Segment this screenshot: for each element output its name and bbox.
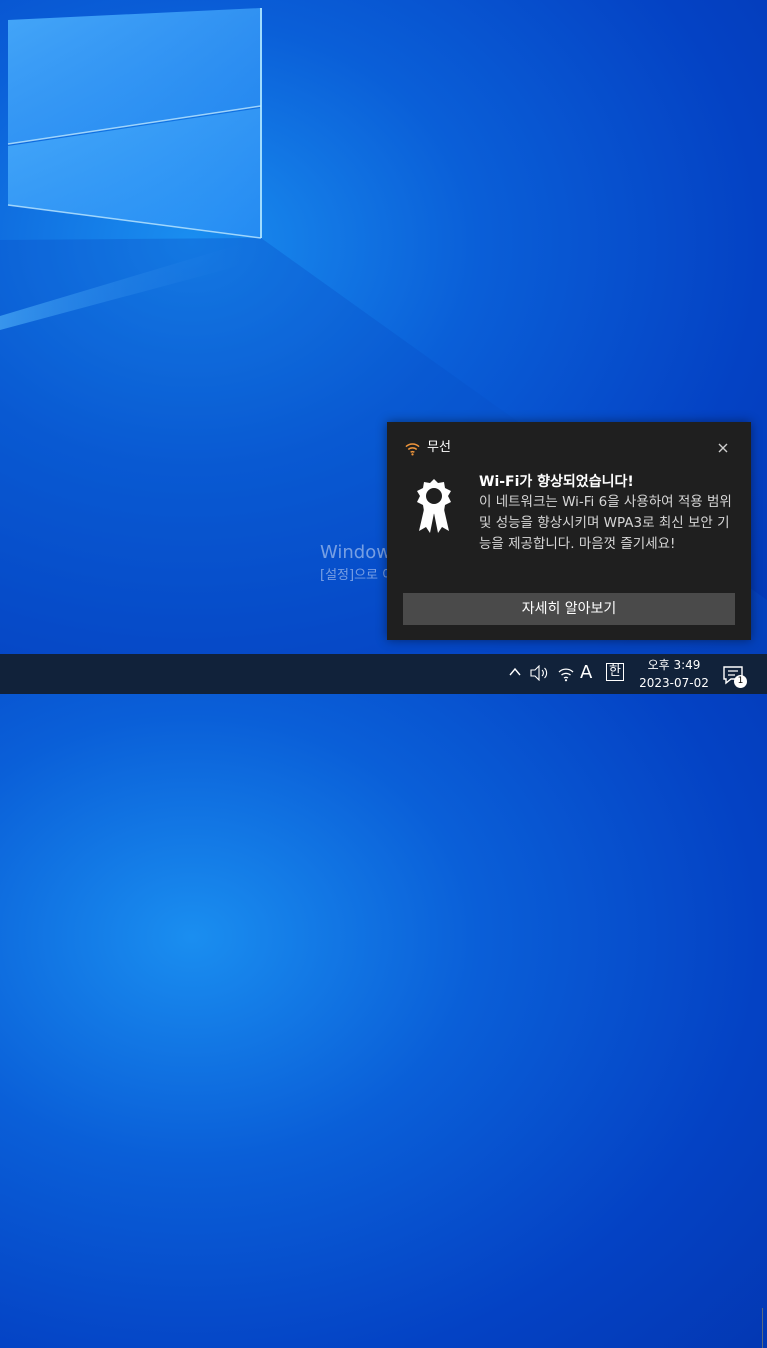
award-badge-icon [417, 479, 451, 533]
clock[interactable]: 오후 3:49 2023-07-02 [636, 656, 712, 692]
ime-mode-indicator[interactable]: 한 [606, 663, 624, 681]
network-wifi-icon[interactable] [558, 666, 574, 682]
toast-header: 무선 [387, 422, 751, 474]
wifi-icon [405, 443, 420, 456]
toast-title: Wi-Fi가 향상되었습니다! [479, 474, 634, 490]
clock-time: 오후 3:49 [647, 658, 701, 672]
toast-app-name: 무선 [427, 440, 451, 455]
notification-toast[interactable]: 무선 Wi-Fi가 향상되었습니다! 이 네트워크는 Wi-Fi 6을 사용하여… [387, 422, 751, 640]
close-icon[interactable] [714, 439, 732, 457]
input-language-indicator[interactable]: A [580, 662, 592, 684]
clock-date: 2023-07-02 [639, 676, 709, 690]
chevron-up-icon[interactable] [508, 665, 522, 679]
taskbar: A 한 오후 3:49 2023-07-02 [0, 654, 767, 1348]
notification-count-badge: 1 [734, 675, 747, 688]
show-desktop-button[interactable] [762, 1308, 763, 1348]
learn-more-button[interactable]: 자세히 알아보기 [403, 593, 735, 625]
volume-icon[interactable] [530, 665, 550, 681]
toast-body-text: 이 네트워크는 Wi-Fi 6을 사용하여 적용 범위 및 성능을 향상시키며 … [479, 494, 732, 552]
